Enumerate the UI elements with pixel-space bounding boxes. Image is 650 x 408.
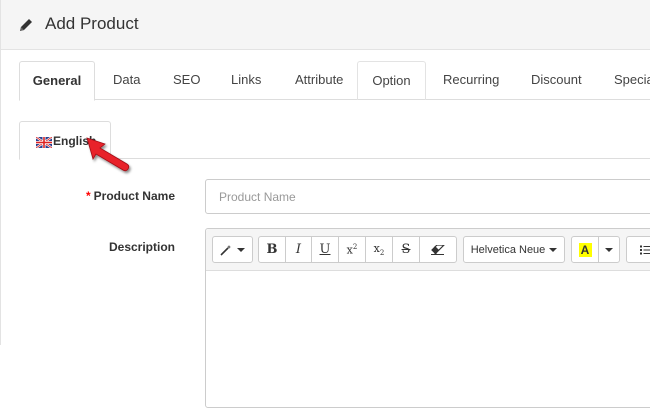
required-asterisk: * xyxy=(86,189,91,203)
text-color-button[interactable]: A xyxy=(571,236,599,263)
strikethrough-button[interactable]: S xyxy=(392,236,420,263)
chevron-down-icon xyxy=(549,248,557,252)
annotation-arrow-icon xyxy=(85,136,141,176)
editor-toolbar: B I U x2 x2 S Helvetica Neue A xyxy=(206,229,650,271)
tab-recurring[interactable]: Recurring xyxy=(443,61,499,100)
product-name-input[interactable] xyxy=(205,179,650,214)
font-color-icon: A xyxy=(579,243,592,257)
clear-format-button[interactable] xyxy=(419,236,457,263)
eraser-icon xyxy=(431,245,445,255)
unordered-list-button[interactable] xyxy=(626,236,650,263)
pencil-icon xyxy=(18,17,34,33)
panel-heading: Add Product xyxy=(0,0,650,50)
description-label: Description xyxy=(61,240,175,254)
style-dropdown-button[interactable] xyxy=(212,236,253,263)
superscript-button[interactable]: x2 xyxy=(338,236,366,263)
tab-data[interactable]: Data xyxy=(113,61,140,100)
product-name-label: *Product Name xyxy=(61,189,175,203)
magic-wand-icon xyxy=(220,244,233,256)
description-editor[interactable]: B I U x2 x2 S Helvetica Neue A xyxy=(205,228,650,408)
tab-seo[interactable]: SEO xyxy=(173,61,200,100)
subscript-button[interactable]: x2 xyxy=(365,236,393,263)
tab-special[interactable]: Special xyxy=(614,61,650,100)
font-family-dropdown[interactable]: Helvetica Neue xyxy=(463,236,565,263)
uk-flag-icon xyxy=(36,137,52,148)
bold-button[interactable]: B xyxy=(258,236,286,263)
unordered-list-icon xyxy=(640,245,650,255)
tab-general[interactable]: General xyxy=(19,61,95,101)
tab-attribute[interactable]: Attribute xyxy=(295,61,343,100)
tab-discount[interactable]: Discount xyxy=(531,61,582,100)
chevron-down-icon xyxy=(605,248,613,252)
tab-option[interactable]: Option xyxy=(357,61,426,100)
tab-links[interactable]: Links xyxy=(231,61,261,100)
product-tabs: General Data SEO Links Attribute Option … xyxy=(19,61,650,100)
underline-button[interactable]: U xyxy=(311,236,339,263)
text-color-dropdown-button[interactable] xyxy=(598,236,620,263)
chevron-down-icon xyxy=(237,248,245,252)
page-title: Add Product xyxy=(45,14,139,34)
italic-button[interactable]: I xyxy=(285,236,312,263)
panel-body: General Data SEO Links Attribute Option … xyxy=(0,50,650,345)
